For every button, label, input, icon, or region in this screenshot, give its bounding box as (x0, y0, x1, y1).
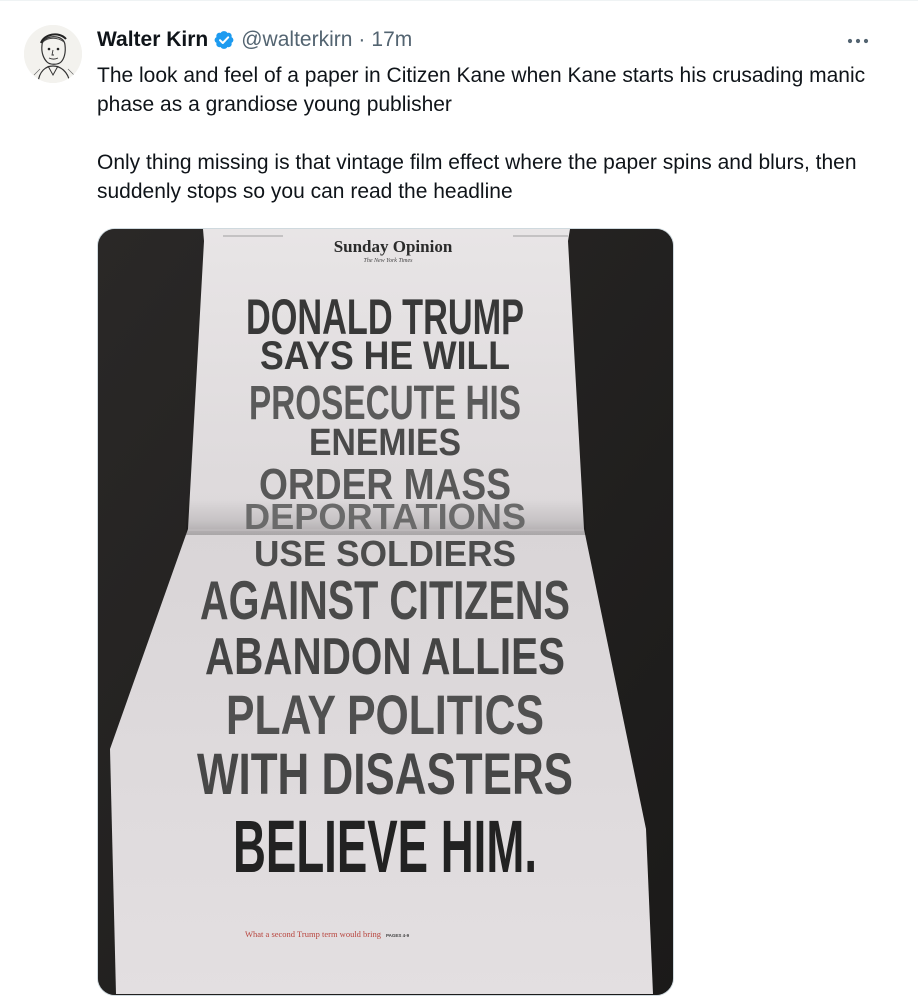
author-name[interactable]: Walter Kirn (97, 26, 208, 54)
tweet-paragraph: Only thing missing is that vintage film … (97, 151, 857, 203)
separator-dot: · (358, 28, 366, 51)
timestamp[interactable]: 17m (371, 26, 412, 54)
headline-line: AGAINST CITIZENS (200, 569, 570, 631)
nameplate: The New York Times (364, 258, 414, 264)
headline-line: USE SOLDIERS (254, 533, 516, 574)
more-options-icon[interactable] (844, 29, 874, 53)
headline-line: SAYS HE WILL (260, 334, 510, 378)
tweet-photo[interactable]: Sunday Opinion The New York Times DONALD… (97, 228, 674, 996)
headline-line: ENEMIES (309, 422, 461, 464)
tweet-card[interactable]: Walter Kirn @walterkirn · 17m The look a… (0, 0, 918, 1006)
tweet-paragraph: The look and feel of a paper in Citizen … (97, 64, 866, 116)
avatar[interactable] (24, 25, 82, 83)
masthead: Sunday Opinion (334, 237, 453, 256)
newspaper-photo: Sunday Opinion The New York Times DONALD… (98, 229, 673, 995)
tagline: What a second Trump term would bring (245, 929, 382, 939)
headline-line: WITH DISASTERS (197, 742, 573, 807)
tweet-header: Walter Kirn @walterkirn · 17m (97, 26, 412, 54)
headline: DONALD TRUMPSAYS HE WILLPROSECUTE HISENE… (197, 289, 573, 888)
tweet-text: The look and feel of a paper in Citizen … (97, 61, 887, 206)
avatar-sketch-icon (24, 25, 82, 83)
headline-line: BELIEVE HIM. (233, 805, 537, 888)
verified-badge-icon (213, 29, 235, 51)
headline-line: PLAY POLITICS (226, 683, 544, 746)
author-handle[interactable]: @walterkirn (241, 26, 352, 54)
page-reference: PAGES 4-9 (386, 933, 410, 938)
headline-line: DEPORTATIONS (244, 496, 526, 537)
headline-line: ABANDON ALLIES (205, 628, 565, 686)
